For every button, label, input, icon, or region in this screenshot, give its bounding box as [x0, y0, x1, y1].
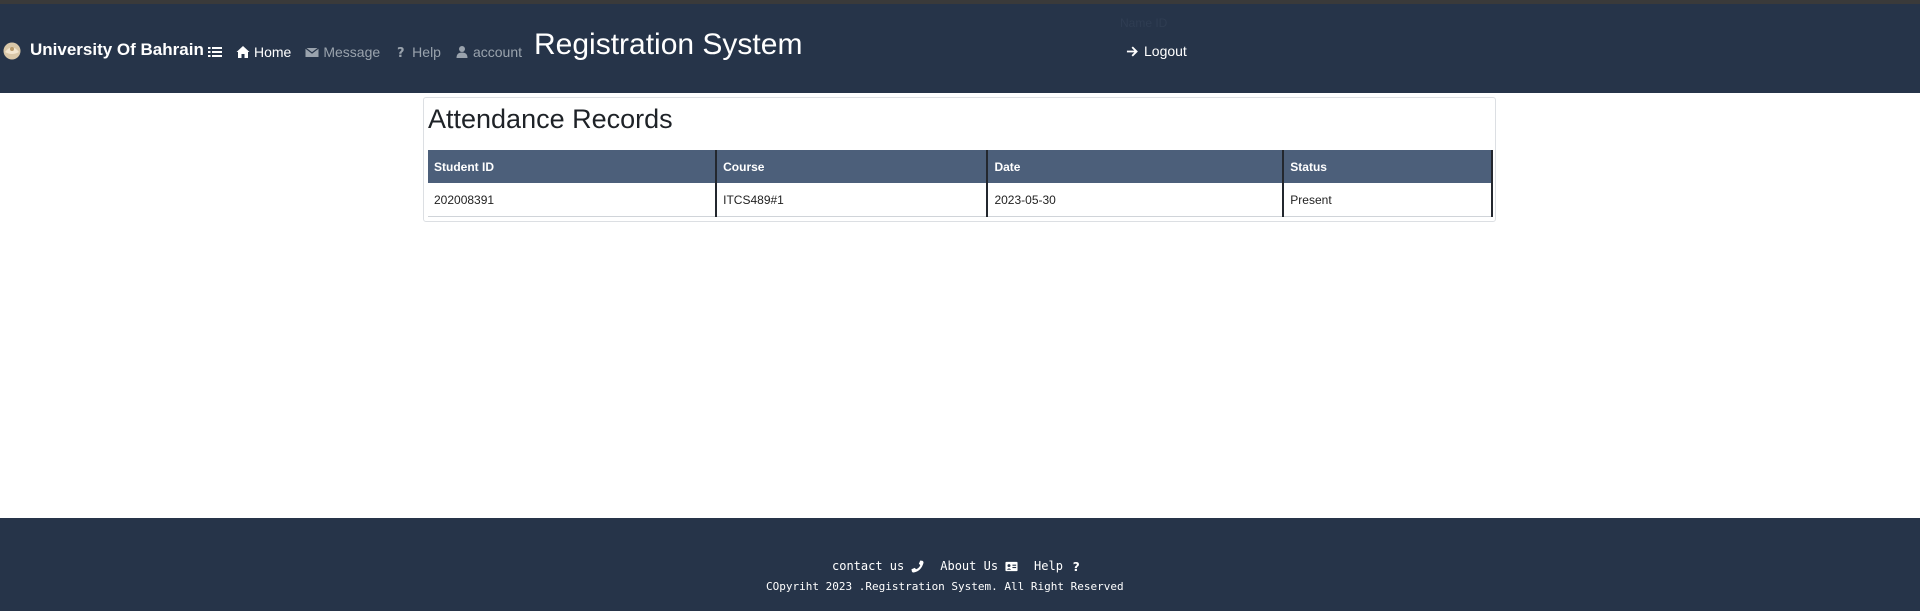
column-header-course: Course: [716, 150, 989, 183]
phone-icon: [911, 559, 924, 573]
nav-account-label: account: [472, 44, 523, 60]
id-card-icon: [1005, 561, 1018, 571]
envelope-icon: [305, 47, 320, 57]
home-icon: [236, 46, 250, 58]
main-nav: Home Message ? Help account: [208, 40, 522, 64]
arrow-right-icon: [1126, 45, 1138, 57]
question-icon: ?: [1073, 560, 1080, 573]
footer: contact us About Us Help ? COpyriht 2023…: [0, 518, 1920, 611]
svg-text:?: ?: [397, 46, 405, 59]
column-header-date: Date: [987, 150, 1285, 183]
attendance-card: Attendance Records Student ID Course Dat…: [423, 97, 1496, 222]
nav-home[interactable]: Home: [236, 44, 291, 60]
nav-help[interactable]: ? Help: [394, 44, 441, 60]
column-header-status: Status: [1283, 150, 1493, 183]
nav-account[interactable]: account: [455, 44, 522, 60]
nav-help-label: Help: [412, 44, 441, 60]
nav-message-label: Message: [323, 44, 381, 60]
attendance-table: Student ID Course Date Status 202008391 …: [428, 150, 1493, 217]
copyright-text: COpyriht 2023 .Registration System. All …: [766, 580, 1124, 593]
table-row: 202008391 ITCS489#1 2023-05-30 Present: [428, 183, 1493, 217]
list-icon: [208, 47, 222, 57]
question-icon: ?: [397, 46, 405, 59]
footer-contact-label: contact us: [832, 559, 905, 573]
footer-help-label: Help: [1034, 559, 1063, 573]
cell-date: 2023-05-30: [987, 183, 1285, 217]
footer-about-label: About Us: [940, 559, 999, 573]
menu-toggle[interactable]: [208, 45, 222, 59]
footer-contact-link[interactable]: contact us: [832, 559, 924, 573]
table-header-row: Student ID Course Date Status: [428, 150, 1493, 183]
footer-help-link[interactable]: Help ?: [1034, 559, 1083, 573]
user-info: Name ID: [1120, 16, 1168, 30]
cell-course: ITCS489#1: [716, 183, 989, 217]
brand-link[interactable]: University Of Bahrain: [2, 35, 204, 65]
footer-links: contact us About Us Help ?: [832, 559, 1083, 573]
logout-label: Logout: [1144, 43, 1187, 59]
column-header-student-id: Student ID: [428, 150, 718, 183]
cell-student-id: 202008391: [428, 183, 718, 217]
university-logo-icon: [3, 42, 21, 60]
svg-text:?: ?: [1073, 560, 1080, 573]
app-title: Registration System: [534, 28, 803, 61]
brand-name: University Of Bahrain: [30, 40, 204, 59]
page-title: Attendance Records: [428, 104, 673, 134]
nav-home-label: Home: [254, 44, 292, 60]
nav-message[interactable]: Message: [305, 44, 380, 60]
navbar: University Of Bahrain Home Message ? Hel…: [0, 4, 1920, 93]
cell-status: Present: [1283, 183, 1493, 217]
user-icon: [456, 46, 468, 58]
footer-about-link[interactable]: About Us: [940, 559, 1018, 573]
logout-button[interactable]: Logout: [1126, 43, 1187, 59]
